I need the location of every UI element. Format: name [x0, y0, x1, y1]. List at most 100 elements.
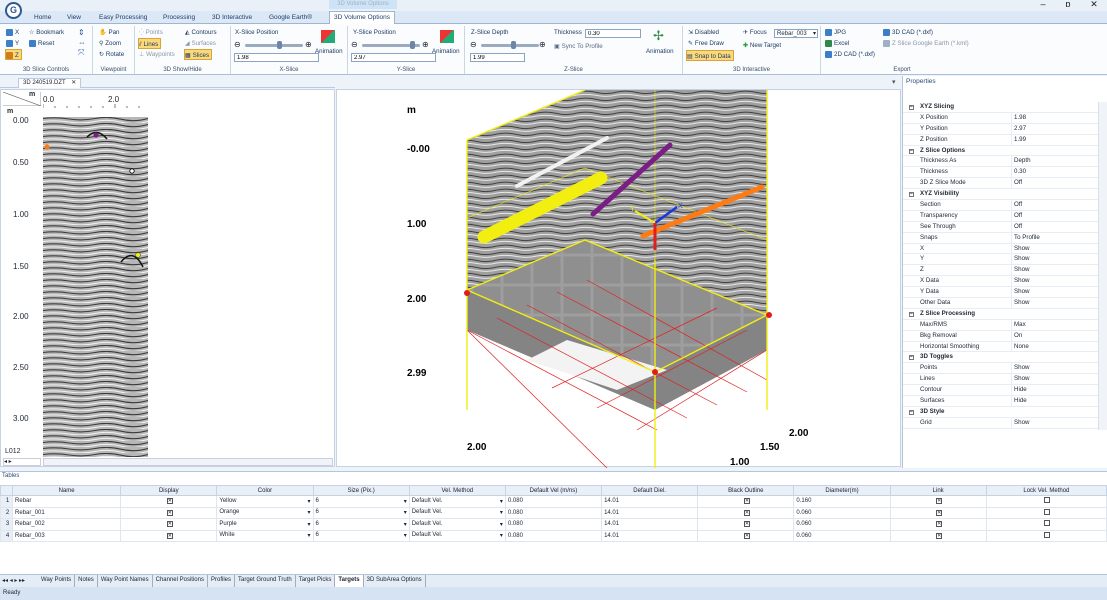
- checkbox[interactable]: ✕: [743, 521, 750, 528]
- x-slice-position-input[interactable]: [234, 53, 319, 62]
- target-pick-purple[interactable]: [93, 132, 99, 138]
- property-value[interactable]: Show: [1011, 298, 1105, 309]
- x-slice-animation-icon[interactable]: [321, 30, 335, 43]
- chevron-down-icon[interactable]: ▾: [404, 509, 407, 516]
- checkbox[interactable]: ✕: [936, 498, 943, 505]
- property-row[interactable]: Snaps To Profile: [903, 232, 1098, 244]
- cell-display[interactable]: ✕: [120, 529, 218, 542]
- checkbox[interactable]: [1044, 531, 1051, 538]
- chevron-down-icon[interactable]: ▾: [308, 521, 311, 528]
- cell-diameter[interactable]: 0.160: [793, 495, 891, 508]
- bookmark-button[interactable]: ☆ Bookmark: [29, 27, 64, 38]
- column-header[interactable]: Default Vel (m/ns): [504, 485, 603, 496]
- close-button[interactable]: ✕: [1081, 0, 1107, 10]
- collapse-icon[interactable]: −: [909, 409, 914, 415]
- column-header[interactable]: Display: [120, 485, 218, 496]
- property-row[interactable]: Transparency Off: [903, 210, 1098, 222]
- cell-display[interactable]: ✕: [120, 495, 218, 508]
- cell-size[interactable]: ▾ 6: [312, 529, 410, 542]
- cell-size[interactable]: ▾ 6: [312, 495, 410, 508]
- cell-diameter[interactable]: 0.060: [793, 506, 891, 519]
- thickness-input[interactable]: [585, 29, 641, 38]
- export-2d-cad-button[interactable]: 2D CAD (*.dxf): [825, 49, 875, 60]
- property-value[interactable]: Show: [1011, 417, 1105, 429]
- x-slice-animation-button[interactable]: Animation: [315, 46, 343, 57]
- 3d-view-panel[interactable]: m -0.00 1.00 2.00 2.99 Y X 2.00 2.00 1.5…: [336, 89, 902, 468]
- cell-display[interactable]: ✕: [120, 506, 218, 519]
- chevron-down-icon[interactable]: ▾: [404, 498, 407, 505]
- property-row[interactable]: Section Off: [903, 200, 1098, 211]
- slice-x-button[interactable]: X: [6, 27, 19, 38]
- property-value[interactable]: To Profile: [1011, 232, 1105, 244]
- focus-select[interactable]: Rebar_003 ▾: [774, 29, 818, 38]
- property-category[interactable]: − Z Slice Processing: [903, 308, 1098, 320]
- property-value[interactable]: Off: [1011, 221, 1105, 233]
- cell-black-outline[interactable]: ✕: [697, 529, 795, 542]
- cell-lock-vel-method[interactable]: [985, 495, 1107, 508]
- app-logo-icon[interactable]: G: [5, 2, 22, 19]
- z-slice-slider-knob[interactable]: [511, 41, 516, 49]
- property-row[interactable]: X Show: [903, 243, 1098, 255]
- close-icon[interactable]: ✕: [71, 80, 76, 86]
- cell-vel-method[interactable]: ▾ Default Vel.: [408, 529, 506, 542]
- cell-lock-vel-method[interactable]: [985, 518, 1107, 531]
- property-row[interactable]: Points Show: [903, 363, 1098, 375]
- chevron-down-icon[interactable]: ▾: [308, 532, 311, 539]
- property-category[interactable]: −3D Toggles: [903, 352, 1098, 364]
- column-header[interactable]: Diameter(m): [793, 485, 891, 496]
- property-value[interactable]: On: [1011, 330, 1105, 342]
- checkbox[interactable]: ✕: [743, 498, 750, 505]
- property-row[interactable]: Horizontal Smoothing None: [903, 341, 1098, 353]
- tab-3d-volume-options[interactable]: 3D Volume Options: [329, 11, 396, 25]
- property-value[interactable]: Off: [1011, 210, 1105, 222]
- property-row[interactable]: Contour Hide: [903, 385, 1098, 397]
- collapse-icon[interactable]: −: [909, 355, 914, 361]
- cell-diameter[interactable]: 0.060: [793, 529, 891, 542]
- cell-default-diel[interactable]: 14.01: [601, 518, 699, 531]
- 3d-volume-render[interactable]: m -0.00 1.00 2.00 2.99 Y X 2.00 2.00 1.5…: [337, 90, 902, 468]
- property-value[interactable]: Show: [1011, 254, 1105, 266]
- property-value[interactable]: Off: [1011, 178, 1105, 190]
- checkbox[interactable]: ✕: [166, 509, 173, 516]
- column-header[interactable]: Color: [216, 485, 314, 496]
- property-row[interactable]: Y Position 2.97: [903, 123, 1098, 135]
- chevron-down-icon[interactable]: ▾: [308, 498, 311, 505]
- property-value[interactable]: 1.98: [1011, 112, 1105, 124]
- chevron-down-icon[interactable]: ▾: [404, 532, 407, 539]
- sync-to-profile-button[interactable]: ▣ Sync To Profile: [554, 41, 603, 52]
- property-row[interactable]: Bkg Removal On: [903, 330, 1098, 342]
- y-slice-animation-button[interactable]: Animation: [432, 46, 460, 57]
- profile-scroll-left[interactable]: ◂ ▸: [3, 458, 41, 466]
- chevron-down-icon[interactable]: ▾: [404, 521, 407, 528]
- collapse-icon[interactable]: −: [909, 105, 914, 110]
- target-pick-white[interactable]: [129, 168, 135, 174]
- y-slice-position-input[interactable]: [351, 53, 436, 62]
- property-value[interactable]: 1.99: [1011, 134, 1105, 146]
- collapse-icon[interactable]: −: [909, 148, 914, 154]
- cell-link[interactable]: ✕: [889, 495, 987, 508]
- new-target-button[interactable]: ✚ New Target: [743, 40, 781, 51]
- tab-scroll-arrows[interactable]: ◂◂ ◂ ▸ ▸▸: [2, 577, 25, 584]
- property-category[interactable]: − XYZ Visibility: [903, 189, 1098, 201]
- cell-link[interactable]: ✕: [889, 506, 987, 519]
- property-category[interactable]: −3D Style: [903, 406, 1098, 418]
- cell-name[interactable]: Rebar_002: [12, 518, 122, 531]
- rotate-button[interactable]: ↻ Rotate: [99, 49, 124, 60]
- y-slice-slider-knob[interactable]: [410, 41, 415, 49]
- column-header[interactable]: Default Diel.: [601, 485, 699, 496]
- checkbox[interactable]: ✕: [166, 532, 173, 539]
- points-toggle[interactable]: ⁛ Points: [139, 27, 163, 38]
- cell-default-diel[interactable]: 14.01: [601, 495, 699, 508]
- chevron-down-icon[interactable]: ▾: [500, 498, 503, 505]
- property-row[interactable]: Grid Show: [903, 417, 1098, 429]
- snap-to-data-button[interactable]: ▤ Snap to Data: [686, 50, 734, 61]
- disabled-button[interactable]: ⇲ Disabled: [688, 27, 719, 38]
- property-row[interactable]: X Data Show: [903, 276, 1098, 288]
- cell-lock-vel-method[interactable]: [985, 506, 1107, 519]
- property-value[interactable]: Show: [1011, 243, 1105, 255]
- column-header[interactable]: Vel. Method: [408, 485, 506, 496]
- checkbox[interactable]: ✕: [743, 532, 750, 539]
- property-row[interactable]: Z Position 1.99: [903, 134, 1098, 146]
- cell-default-diel[interactable]: 14.01: [601, 529, 699, 542]
- target-pick-yellow[interactable]: [135, 252, 141, 258]
